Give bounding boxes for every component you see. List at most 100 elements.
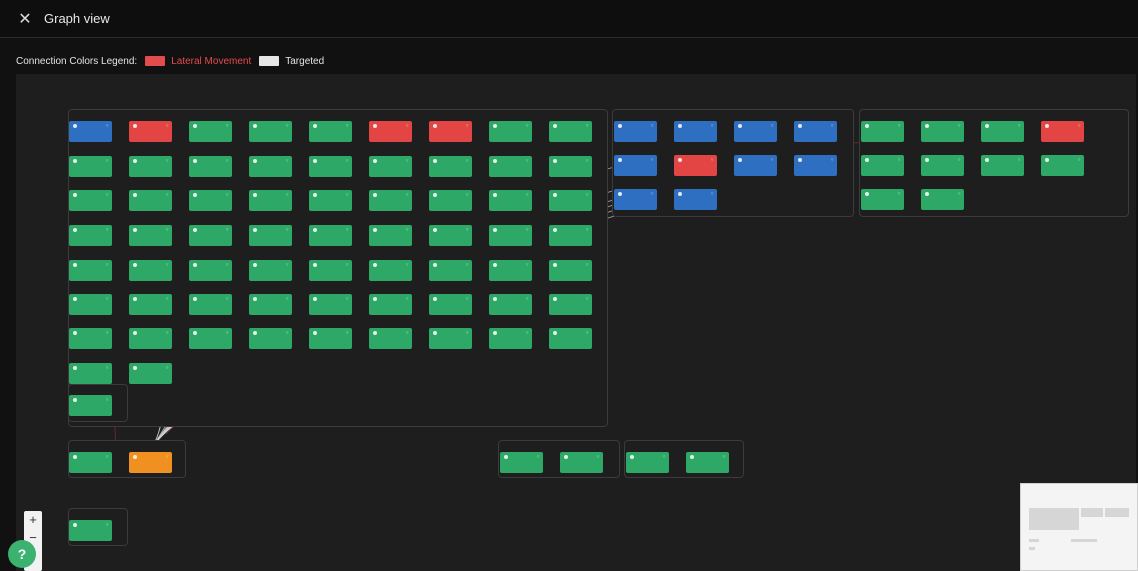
device-node[interactable]: ⌔ bbox=[309, 156, 352, 177]
device-node[interactable]: ⌔ bbox=[429, 328, 472, 349]
device-node[interactable]: ⌔ bbox=[69, 395, 112, 416]
device-node[interactable]: ⌔ bbox=[489, 190, 532, 211]
device-node[interactable]: ⌔ bbox=[189, 225, 232, 246]
device-node[interactable]: ⌔ bbox=[369, 190, 412, 211]
zoom-in-button[interactable]: + bbox=[24, 511, 42, 529]
device-node[interactable]: ⌔ bbox=[861, 155, 904, 176]
device-node[interactable]: ⌔ bbox=[249, 225, 292, 246]
device-node[interactable]: ⌔ bbox=[309, 260, 352, 281]
device-node[interactable]: ⌔ bbox=[129, 121, 172, 142]
device-node[interactable]: ⌔ bbox=[369, 328, 412, 349]
device-node[interactable]: ⌔ bbox=[489, 121, 532, 142]
device-node[interactable]: ⌔ bbox=[921, 155, 964, 176]
device-node[interactable]: ⌔ bbox=[674, 155, 717, 176]
device-node[interactable]: ⌔ bbox=[489, 156, 532, 177]
device-node[interactable]: ⌔ bbox=[189, 260, 232, 281]
device-node[interactable]: ⌔ bbox=[549, 328, 592, 349]
device-node[interactable]: ⌔ bbox=[614, 121, 657, 142]
device-node[interactable]: ⌔ bbox=[309, 121, 352, 142]
device-node[interactable]: ⌔ bbox=[69, 520, 112, 541]
device-node[interactable]: ⌔ bbox=[734, 121, 777, 142]
device-node[interactable]: ⌔ bbox=[549, 156, 592, 177]
device-node[interactable]: ⌔ bbox=[674, 121, 717, 142]
device-node[interactable]: ⌔ bbox=[189, 328, 232, 349]
device-node[interactable]: ⌔ bbox=[626, 452, 669, 473]
device-node[interactable]: ⌔ bbox=[189, 190, 232, 211]
device-node[interactable]: ⌔ bbox=[69, 225, 112, 246]
device-node[interactable]: ⌔ bbox=[369, 121, 412, 142]
device-node[interactable]: ⌔ bbox=[69, 190, 112, 211]
device-node[interactable]: ⌔ bbox=[249, 121, 292, 142]
device-node[interactable]: ⌔ bbox=[309, 294, 352, 315]
device-node[interactable]: ⌔ bbox=[429, 156, 472, 177]
device-node[interactable]: ⌔ bbox=[560, 452, 603, 473]
device-node[interactable]: ⌔ bbox=[249, 294, 292, 315]
device-node[interactable]: ⌔ bbox=[794, 121, 837, 142]
device-node[interactable]: ⌔ bbox=[981, 155, 1024, 176]
device-node[interactable]: ⌔ bbox=[429, 225, 472, 246]
close-icon[interactable]: ✕ bbox=[18, 9, 32, 29]
device-node[interactable]: ⌔ bbox=[189, 121, 232, 142]
device-node[interactable]: ⌔ bbox=[369, 294, 412, 315]
device-node[interactable]: ⌔ bbox=[249, 156, 292, 177]
device-node[interactable]: ⌔ bbox=[549, 260, 592, 281]
device-node[interactable]: ⌔ bbox=[614, 155, 657, 176]
device-node[interactable]: ⌔ bbox=[189, 294, 232, 315]
device-node[interactable]: ⌔ bbox=[69, 452, 112, 473]
device-node[interactable]: ⌔ bbox=[861, 121, 904, 142]
wifi-icon: ⌔ bbox=[405, 192, 409, 197]
device-node[interactable]: ⌔ bbox=[309, 225, 352, 246]
device-node[interactable]: ⌔ bbox=[249, 260, 292, 281]
device-node[interactable]: ⌔ bbox=[614, 189, 657, 210]
device-node[interactable]: ⌔ bbox=[429, 294, 472, 315]
device-node[interactable]: ⌔ bbox=[129, 328, 172, 349]
device-node[interactable]: ⌔ bbox=[921, 189, 964, 210]
help-button[interactable]: ? bbox=[8, 540, 36, 568]
graph-canvas[interactable]: ⌔ ⌔ ⌔ ⌔ ⌔ ⌔ ⌔ ⌔ ⌔ ⌔ ⌔ ⌔ ⌔ ⌔ ⌔ ⌔ ⌔ ⌔ ⌔ ⌔ ⌔ ⌔ ⌔ ⌔ ⌔ ⌔ ⌔ ⌔ ⌔ ⌔ ⌔ ⌔ ⌔ ⌔ ⌔ ⌔ ⌔ ⌔ ⌔ ⌔… bbox=[16, 74, 1136, 571]
device-node[interactable]: ⌔ bbox=[794, 155, 837, 176]
device-node[interactable]: ⌔ bbox=[69, 328, 112, 349]
device-node[interactable]: ⌔ bbox=[129, 260, 172, 281]
device-node[interactable]: ⌔ bbox=[549, 190, 592, 211]
device-node[interactable]: ⌔ bbox=[429, 190, 472, 211]
device-node[interactable]: ⌔ bbox=[129, 156, 172, 177]
device-node[interactable]: ⌔ bbox=[309, 190, 352, 211]
device-node[interactable]: ⌔ bbox=[129, 190, 172, 211]
device-node[interactable]: ⌔ bbox=[489, 260, 532, 281]
device-node[interactable]: ⌔ bbox=[921, 121, 964, 142]
device-node[interactable]: ⌔ bbox=[249, 190, 292, 211]
wifi-icon: ⌔ bbox=[165, 454, 169, 459]
device-node[interactable]: ⌔ bbox=[489, 328, 532, 349]
device-node[interactable]: ⌔ bbox=[1041, 121, 1084, 142]
minimap[interactable] bbox=[1020, 483, 1138, 571]
device-node[interactable]: ⌔ bbox=[674, 189, 717, 210]
device-node[interactable]: ⌔ bbox=[500, 452, 543, 473]
device-node[interactable]: ⌔ bbox=[686, 452, 729, 473]
device-node[interactable]: ⌔ bbox=[861, 189, 904, 210]
device-node[interactable]: ⌔ bbox=[1041, 155, 1084, 176]
device-node[interactable]: ⌔ bbox=[69, 260, 112, 281]
device-node[interactable]: ⌔ bbox=[129, 363, 172, 384]
device-node[interactable]: ⌔ bbox=[129, 452, 172, 473]
device-node[interactable]: ⌔ bbox=[981, 121, 1024, 142]
device-node[interactable]: ⌔ bbox=[69, 121, 112, 142]
device-node[interactable]: ⌔ bbox=[189, 156, 232, 177]
device-node[interactable]: ⌔ bbox=[429, 121, 472, 142]
device-node[interactable]: ⌔ bbox=[734, 155, 777, 176]
device-node[interactable]: ⌔ bbox=[369, 225, 412, 246]
device-node[interactable]: ⌔ bbox=[489, 294, 532, 315]
device-node[interactable]: ⌔ bbox=[429, 260, 472, 281]
device-node[interactable]: ⌔ bbox=[549, 121, 592, 142]
device-node[interactable]: ⌔ bbox=[369, 156, 412, 177]
device-node[interactable]: ⌔ bbox=[69, 294, 112, 315]
device-node[interactable]: ⌔ bbox=[129, 294, 172, 315]
device-node[interactable]: ⌔ bbox=[549, 294, 592, 315]
device-node[interactable]: ⌔ bbox=[249, 328, 292, 349]
device-node[interactable]: ⌔ bbox=[69, 156, 112, 177]
device-node[interactable]: ⌔ bbox=[369, 260, 412, 281]
device-node[interactable]: ⌔ bbox=[129, 225, 172, 246]
device-node[interactable]: ⌔ bbox=[489, 225, 532, 246]
device-node[interactable]: ⌔ bbox=[69, 363, 112, 384]
device-node[interactable]: ⌔ bbox=[309, 328, 352, 349]
device-node[interactable]: ⌔ bbox=[549, 225, 592, 246]
